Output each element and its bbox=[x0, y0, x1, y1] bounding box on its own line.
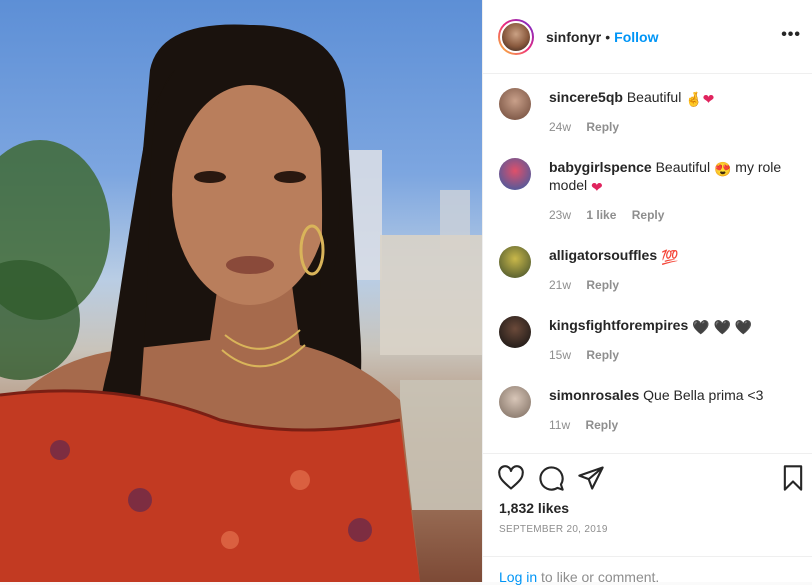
instagram-post: sinfonyr • Follow ••• sincere5qb Beautif… bbox=[0, 0, 812, 585]
comment-like-count[interactable]: 1 like bbox=[586, 208, 616, 222]
crossed-fingers-emoji: 🤞 bbox=[685, 91, 703, 107]
black-heart-emoji: 🖤 bbox=[692, 319, 710, 335]
login-link[interactable]: Log in bbox=[499, 569, 537, 585]
reply-button[interactable]: Reply bbox=[586, 278, 619, 292]
post-side-panel: sinfonyr • Follow ••• sincere5qb Beautif… bbox=[482, 0, 812, 585]
author-username[interactable]: sinfonyr bbox=[546, 29, 601, 45]
login-prompt: Log in to like or comment. bbox=[483, 556, 812, 585]
commenter-username[interactable]: simonrosales bbox=[549, 387, 639, 403]
comment-bubble-icon[interactable] bbox=[537, 464, 565, 492]
heart-eyes-emoji: 😍 bbox=[713, 161, 732, 177]
commenter-avatar[interactable] bbox=[499, 88, 531, 120]
commenter-avatar[interactable] bbox=[499, 246, 531, 278]
post-date[interactable]: SEPTEMBER 20, 2019 bbox=[499, 524, 608, 535]
red-heart-emoji: ❤ bbox=[702, 91, 715, 107]
red-heart-emoji: ❤ bbox=[591, 179, 603, 195]
hundred-points-emoji: 💯 bbox=[661, 249, 679, 265]
comment-age: 15w bbox=[549, 348, 572, 362]
comment-age: 11w bbox=[549, 418, 571, 432]
comment-text: Beautiful bbox=[626, 89, 682, 105]
reply-button[interactable]: Reply bbox=[586, 348, 619, 362]
comment-age: 21w bbox=[549, 278, 572, 292]
post-photo[interactable] bbox=[0, 0, 482, 582]
heart-outline-icon[interactable] bbox=[497, 464, 525, 492]
commenter-username[interactable]: kingsfightforempires bbox=[549, 317, 688, 333]
likes-count[interactable]: 1,832 likes bbox=[499, 500, 569, 516]
comment-age: 23w bbox=[549, 208, 572, 222]
commenter-username[interactable]: alligatorsouffles bbox=[549, 247, 657, 263]
post-actions: 1,832 likes SEPTEMBER 20, 2019 Log in to… bbox=[483, 453, 812, 585]
reply-button[interactable]: Reply bbox=[586, 120, 619, 134]
reply-button[interactable]: Reply bbox=[632, 208, 665, 222]
follow-button[interactable]: Follow bbox=[614, 29, 658, 45]
commenter-avatar[interactable] bbox=[499, 386, 531, 418]
commenter-username[interactable]: sincere5qb bbox=[549, 89, 623, 105]
header-separator: • bbox=[605, 28, 611, 45]
photo-illustration bbox=[0, 24, 482, 582]
comment-text: Que Bella prima <3 bbox=[643, 387, 764, 403]
reply-button[interactable]: Reply bbox=[585, 418, 618, 432]
comment-text: Beautiful bbox=[655, 159, 711, 175]
comment-age: 24w bbox=[549, 120, 572, 134]
author-avatar[interactable] bbox=[498, 18, 534, 55]
commenter-username[interactable]: babygirlspence bbox=[549, 159, 652, 175]
paper-plane-icon[interactable] bbox=[577, 464, 605, 492]
login-prompt-text: to like or comment. bbox=[537, 569, 660, 585]
post-header: sinfonyr • Follow ••• bbox=[483, 0, 812, 74]
commenter-avatar[interactable] bbox=[499, 316, 531, 348]
more-options-icon[interactable]: ••• bbox=[781, 26, 801, 44]
black-heart-emoji: 🖤 bbox=[734, 319, 753, 335]
black-heart-emoji: 🖤 bbox=[713, 319, 731, 335]
commenter-avatar[interactable] bbox=[499, 158, 531, 190]
comments-list[interactable]: sincere5qb Beautiful 🤞❤ 24w Reply babygi… bbox=[483, 74, 812, 454]
bookmark-icon[interactable] bbox=[779, 464, 807, 492]
